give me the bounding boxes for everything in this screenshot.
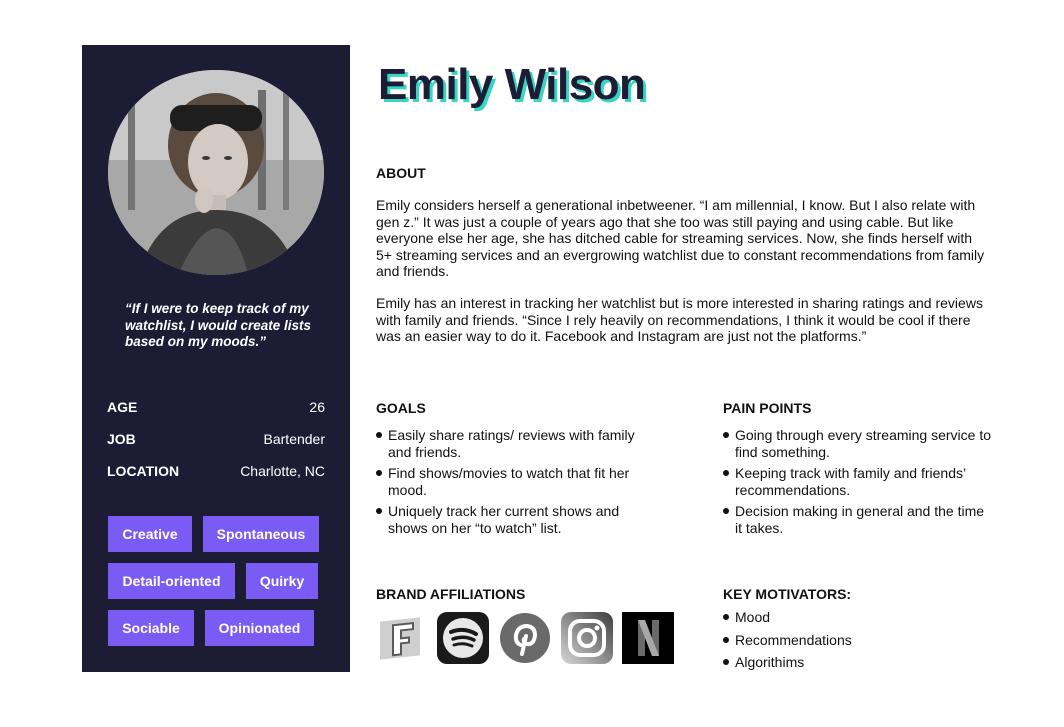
list-item: Algorithims	[723, 654, 923, 671]
trait-tag: Sociable	[108, 610, 194, 646]
trait-tag: Creative	[108, 516, 192, 552]
info-label: LOCATION	[107, 463, 180, 479]
motivator-text: Recommendations	[735, 631, 852, 648]
list-item: Keeping track with family and friends’ r…	[723, 465, 993, 498]
bullet-icon	[723, 508, 729, 514]
bullet-icon	[723, 614, 729, 620]
spotify-icon	[437, 612, 489, 664]
list-item: Find shows/movies to watch that fit her …	[376, 465, 638, 498]
goal-text: Find shows/movies to watch that fit her …	[388, 465, 630, 498]
list-item: Uniquely track her current shows and sho…	[376, 503, 638, 536]
trait-tag: Detail-oriented	[108, 563, 235, 599]
trait-tag: Quirky	[246, 563, 318, 599]
info-row-job: JOB Bartender	[107, 431, 325, 451]
info-row-location: LOCATION Charlotte, NC	[107, 463, 325, 483]
info-label: JOB	[107, 431, 136, 447]
list-item: Going through every streaming service to…	[723, 427, 993, 460]
avatar-photo	[108, 70, 324, 275]
info-value: Bartender	[263, 431, 325, 447]
pain-point-text: Going through every streaming service to…	[735, 427, 992, 460]
brand-affiliations-heading: BRAND AFFILIATIONS	[376, 586, 526, 602]
pain-points-list: Going through every streaming service to…	[723, 427, 993, 541]
persona-sidebar: “If I were to keep track of my watchlist…	[82, 45, 350, 672]
key-motivators-heading: KEY MOTIVATORS:	[723, 586, 852, 602]
bullet-icon	[376, 432, 382, 438]
fandango-icon	[376, 612, 428, 664]
info-value: Charlotte, NC	[240, 463, 325, 479]
pain-point-text: Decision making in general and the time …	[735, 503, 985, 536]
motivator-text: Algorithims	[735, 654, 805, 670]
bullet-icon	[723, 432, 729, 438]
pain-point-text: Keeping track with family and friends’ r…	[735, 465, 966, 498]
persona-name: Emily Wilson	[378, 60, 646, 109]
about-heading: ABOUT	[376, 165, 426, 181]
bullet-icon	[376, 470, 382, 476]
instagram-icon	[561, 612, 613, 664]
trait-tag: Opinionated	[205, 610, 314, 646]
about-paragraph: Emily considers herself a generational i…	[376, 197, 985, 279]
list-item: Mood	[723, 609, 923, 626]
bullet-icon	[723, 470, 729, 476]
goals-list: Easily share ratings/ reviews with famil…	[376, 427, 638, 541]
avatar	[108, 70, 324, 275]
list-item: Easily share ratings/ reviews with famil…	[376, 427, 638, 460]
goal-text: Easily share ratings/ reviews with famil…	[388, 427, 635, 460]
persona-quote: “If I were to keep track of my watchlist…	[125, 301, 312, 349]
about-paragraph: Emily has an interest in tracking her wa…	[376, 295, 983, 344]
motivator-text: Mood	[735, 609, 771, 625]
list-item: Recommendations	[723, 632, 923, 649]
pain-points-heading: PAIN POINTS	[723, 400, 812, 416]
key-motivators-list: Mood Recommendations Algorithims	[723, 609, 923, 677]
info-label: AGE	[107, 399, 138, 415]
info-value: 26	[309, 399, 325, 415]
list-item: Decision making in general and the time …	[723, 503, 993, 536]
trait-tag: Spontaneous	[203, 516, 319, 552]
pinterest-icon	[499, 612, 551, 664]
goals-heading: GOALS	[376, 400, 426, 416]
bullet-icon	[723, 636, 729, 643]
goal-text: Uniquely track her current shows and sho…	[388, 503, 620, 536]
bullet-icon	[376, 508, 382, 514]
bullet-icon	[723, 659, 729, 665]
info-row-age: AGE 26	[107, 399, 325, 419]
netflix-icon	[622, 612, 674, 664]
